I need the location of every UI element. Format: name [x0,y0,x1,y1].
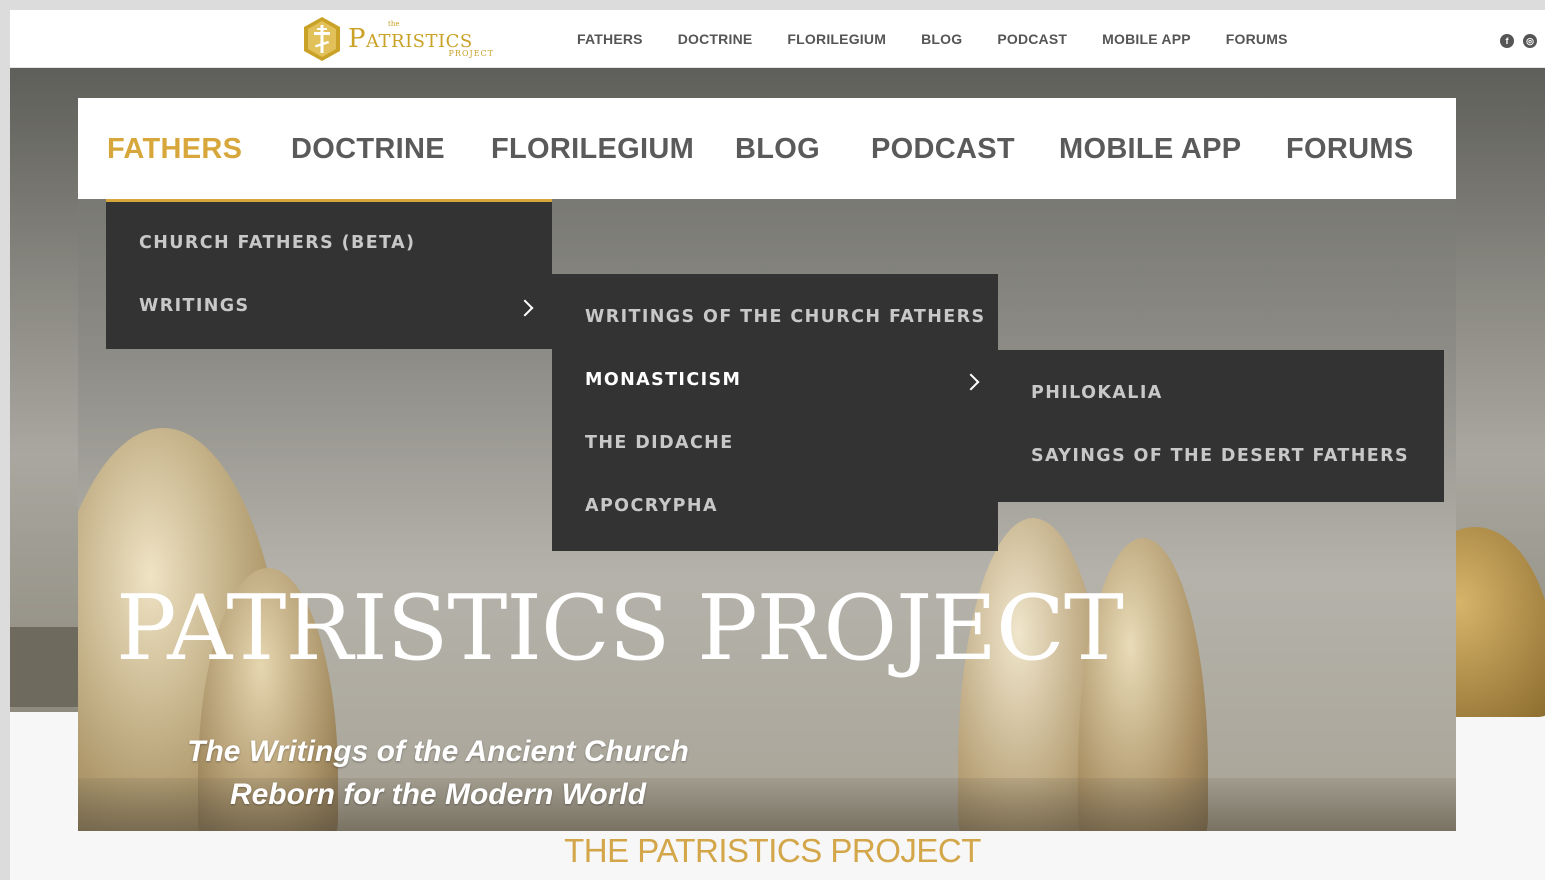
tagline-line-2: Reborn for the Modern World [229,778,647,811]
top-nav-blog[interactable]: BLOG [921,31,962,47]
monasticism-submenu: PHILOKALIA SAYINGS OF THE DESERT FATHERS [998,350,1444,502]
nav-mobile-app[interactable]: MOBILE APP [1059,133,1241,166]
nav-doctrine[interactable]: DOCTRINE [291,133,445,166]
menu-item-church-fathers[interactable]: CHURCH FATHERS (BETA) [139,233,415,253]
nav-podcast[interactable]: PODCAST [871,133,1015,166]
hero-tagline: The Writings of the Ancient Church Rebor… [178,730,698,816]
fathers-dropdown: CHURCH FATHERS (BETA) WRITINGS [106,199,552,349]
menu-item-sayings-desert-fathers[interactable]: SAYINGS OF THE DESERT FATHERS [1031,446,1409,466]
top-nav-podcast[interactable]: PODCAST [997,31,1067,47]
menu-item-writings[interactable]: WRITINGS [139,296,250,316]
nav-forums[interactable]: FORUMS [1286,133,1413,166]
tagline-line-1: The Writings of the Ancient Church [187,735,689,768]
hero-title: PATRISTICS PROJECT [116,576,1124,681]
nav-fathers[interactable]: FATHERS [107,133,242,166]
section-heading: THE PATRISTICS PROJECT [564,832,981,869]
logo-cross-icon [304,17,340,61]
nav-blog[interactable]: BLOG [735,133,820,166]
logo-subtext: PROJECT [448,49,494,58]
menu-item-writings-of-church-fathers[interactable]: WRITINGS OF THE CHURCH FATHERS [585,307,986,327]
top-bar: the Patristics PROJECT FATHERS DOCTRINE … [10,10,1545,68]
top-nav: FATHERS DOCTRINE FLORILEGIUM BLOG PODCAS… [577,10,1323,67]
social-links: f ◎ [1491,34,1537,48]
facebook-icon[interactable]: f [1500,34,1514,48]
zoomed-menu-panel: FATHERS DOCTRINE FLORILEGIUM BLOG PODCAS… [78,98,1456,831]
top-nav-fathers[interactable]: FATHERS [577,31,643,47]
top-nav-doctrine[interactable]: DOCTRINE [678,31,753,47]
top-nav-mobile-app[interactable]: MOBILE APP [1102,31,1191,47]
menu-item-philokalia[interactable]: PHILOKALIA [1031,383,1163,403]
menu-item-apocrypha[interactable]: APOCRYPHA [585,496,718,516]
site-logo[interactable]: the Patristics PROJECT [302,14,498,64]
writings-submenu: WRITINGS OF THE CHURCH FATHERS MONASTICI… [552,274,998,551]
top-nav-forums[interactable]: FORUMS [1226,31,1288,47]
chevron-right-icon [962,373,980,391]
main-nav: FATHERS DOCTRINE FLORILEGIUM BLOG PODCAS… [78,98,1456,199]
instagram-icon[interactable]: ◎ [1523,34,1537,48]
top-nav-florilegium[interactable]: FLORILEGIUM [787,31,886,47]
menu-item-monasticism[interactable]: MONASTICISM [585,370,741,390]
menu-item-didache[interactable]: THE DIDACHE [585,433,734,453]
nav-florilegium[interactable]: FLORILEGIUM [491,133,694,166]
chevron-right-icon [516,299,534,317]
